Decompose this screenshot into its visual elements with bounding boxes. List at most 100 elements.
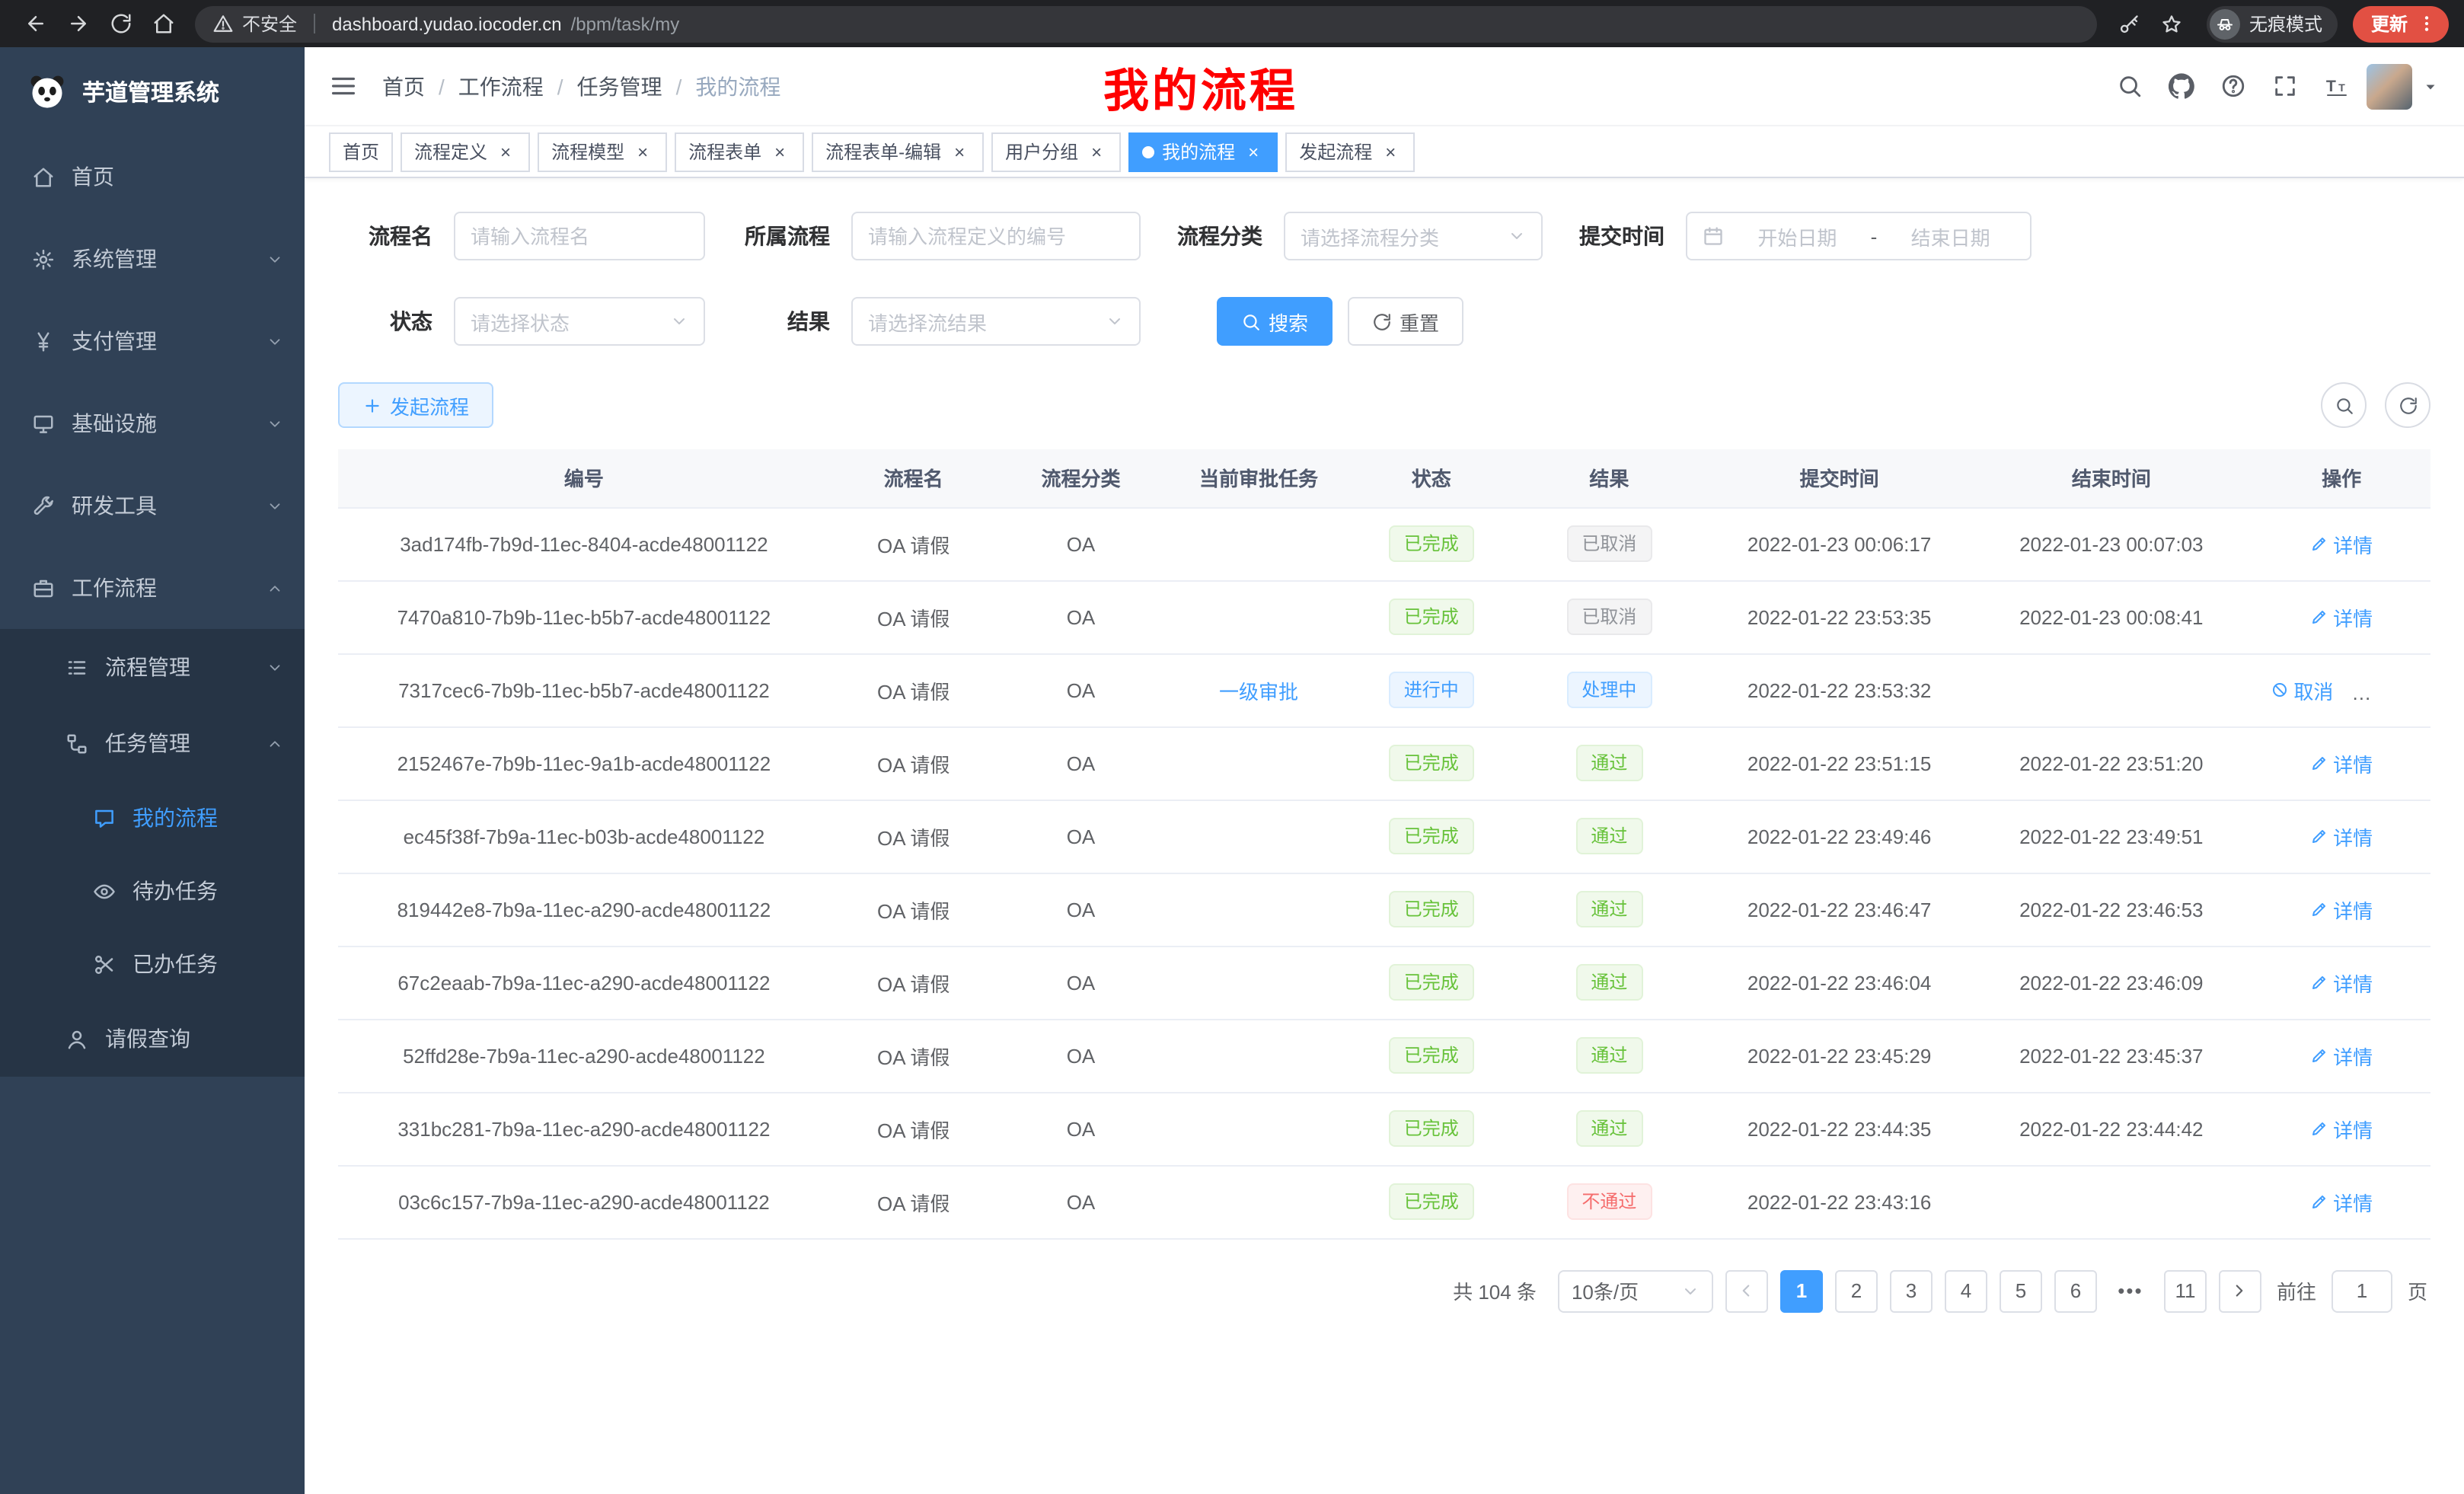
page-button-1[interactable]: 1: [1780, 1269, 1823, 1312]
tab-close-icon[interactable]: ×: [769, 141, 790, 162]
tab-user-group[interactable]: 用户分组×: [991, 132, 1121, 171]
tab-process-form-edit[interactable]: 流程表单-编辑×: [812, 132, 984, 171]
sidebar-item-home[interactable]: 首页: [0, 136, 305, 218]
tab-close-icon[interactable]: ×: [495, 141, 516, 162]
pagination-total: 共 104 条: [1453, 1276, 1537, 1305]
tab-my-process[interactable]: 我的流程×: [1128, 132, 1278, 171]
tab-home[interactable]: 首页: [329, 132, 393, 171]
sidebar-item-label: 工作流程: [72, 573, 157, 603]
tab-close-icon[interactable]: ×: [949, 141, 970, 162]
fullscreen-button[interactable]: [2263, 65, 2306, 107]
detail-link[interactable]: 详情: [2310, 602, 2373, 631]
detail-link[interactable]: 详情: [2310, 1187, 2373, 1216]
chevron-down-icon: [1508, 227, 1526, 245]
tab-close-icon[interactable]: ×: [1243, 141, 1264, 162]
breadcrumb-task-management[interactable]: 任务管理: [577, 71, 662, 101]
cancel-link[interactable]: 取消: [2271, 675, 2333, 704]
cell-current-task: [1164, 580, 1352, 653]
sidebar-item-system-management[interactable]: 系统管理: [0, 218, 305, 300]
detail-link[interactable]: 详情: [2310, 529, 2373, 558]
sidebar-item-dev-tools[interactable]: 研发工具: [0, 464, 305, 547]
process-name-input-field[interactable]: [471, 225, 688, 247]
github-button[interactable]: [2159, 65, 2202, 107]
column-header-id: 编号: [338, 449, 830, 507]
cell-end-time: 2022-01-23 00:07:03: [1970, 507, 2252, 580]
pagination-ellipsis[interactable]: •••: [2109, 1269, 2152, 1312]
reload-button[interactable]: [101, 4, 140, 43]
refresh-icon: [1372, 311, 1392, 331]
sidebar-item-my-process[interactable]: 我的流程: [0, 781, 305, 854]
avatar-caret-icon[interactable]: [2421, 77, 2440, 95]
page-button-3[interactable]: 3: [1890, 1269, 1933, 1312]
sidebar-item-done-tasks[interactable]: 已办任务: [0, 927, 305, 1001]
next-page-button[interactable]: [2219, 1269, 2261, 1312]
detail-link[interactable]: 详情: [2310, 822, 2373, 851]
submit-time-range[interactable]: 开始日期 - 结束日期: [1686, 212, 2032, 260]
detail-link[interactable]: 详情: [2310, 968, 2373, 997]
sidebar-item-todo-tasks[interactable]: 待办任务: [0, 854, 305, 927]
table-row: 67c2eaab-7b9a-11ec-a290-acde48001122OA 请…: [338, 946, 2430, 1019]
sidebar-item-task-management[interactable]: 任务管理: [0, 705, 305, 781]
tab-process-definition[interactable]: 流程定义×: [401, 132, 530, 171]
sidebar-toggle-button[interactable]: [329, 72, 358, 101]
browser-menu-icon[interactable]: [2417, 14, 2437, 34]
chevron-down-icon: [267, 659, 283, 675]
tab-process-form[interactable]: 流程表单×: [675, 132, 804, 171]
current-task-link[interactable]: 一级审批: [1219, 675, 1298, 704]
sidebar-item-payment-management[interactable]: 支付管理: [0, 300, 305, 382]
breadcrumb-separator: /: [557, 74, 563, 98]
page-button-2[interactable]: 2: [1835, 1269, 1878, 1312]
bookmark-star-icon[interactable]: [2152, 4, 2191, 43]
tab-process-model[interactable]: 流程模型×: [538, 132, 667, 171]
page-button-6[interactable]: 6: [2054, 1269, 2097, 1312]
cell-process-name: OA 请假: [830, 726, 997, 800]
parent-process-input-field[interactable]: [868, 225, 1124, 247]
breadcrumb-home[interactable]: 首页: [382, 71, 425, 101]
incognito-badge[interactable]: 无痕模式: [2207, 5, 2338, 42]
tab-close-icon[interactable]: ×: [632, 141, 653, 162]
refresh-table-button[interactable]: [2385, 382, 2430, 428]
start-process-button[interactable]: 发起流程: [338, 382, 493, 428]
forward-button[interactable]: [58, 4, 97, 43]
password-key-icon[interactable]: [2109, 4, 2149, 43]
user-avatar[interactable]: [2367, 63, 2412, 109]
sidebar-item-leave-query[interactable]: 请假查询: [0, 1001, 305, 1077]
reset-button[interactable]: 重置: [1348, 297, 1463, 346]
update-button[interactable]: 更新: [2353, 5, 2449, 42]
tab-close-icon[interactable]: ×: [1086, 141, 1107, 162]
page-button-11[interactable]: 11: [2164, 1269, 2207, 1312]
detail-link[interactable]: 详情: [2310, 1114, 2373, 1143]
detail-link[interactable]: 详情: [2310, 895, 2373, 924]
address-bar[interactable]: 不安全 dashboard.yudao.iocoder.cn/bpm/task/…: [195, 5, 2097, 42]
browser-home-button[interactable]: [143, 4, 183, 43]
font-size-button[interactable]: TT: [2315, 65, 2357, 107]
sidebar-item-label: 系统管理: [72, 244, 157, 274]
search-toggle-button[interactable]: [2321, 382, 2367, 428]
category-select[interactable]: 请选择流程分类: [1284, 212, 1543, 260]
cell-process-name: OA 请假: [830, 1092, 997, 1165]
breadcrumb-workflow[interactable]: 工作流程: [458, 71, 544, 101]
page-size-select[interactable]: 10条/页: [1558, 1269, 1713, 1312]
status-badge-cell: 已完成: [1353, 507, 1510, 580]
goto-page-input[interactable]: [2332, 1269, 2392, 1312]
tab-close-icon[interactable]: ×: [1380, 141, 1401, 162]
tab-start-process[interactable]: 发起流程×: [1285, 132, 1415, 171]
sidebar-item-infrastructure[interactable]: 基础设施: [0, 382, 305, 464]
process-name-input[interactable]: [454, 212, 705, 260]
page-button-4[interactable]: 4: [1945, 1269, 1987, 1312]
detail-link[interactable]: 详情: [2310, 749, 2373, 777]
page-button-5[interactable]: 5: [2000, 1269, 2042, 1312]
help-button[interactable]: [2211, 65, 2254, 107]
pagination-pages: 123456 ••• 11: [1780, 1269, 2207, 1312]
sidebar-item-process-management[interactable]: 流程管理: [0, 629, 305, 705]
detail-link[interactable]: 详情: [2310, 1041, 2373, 1070]
search-button[interactable]: 搜索: [1217, 297, 1333, 346]
prev-page-button[interactable]: [1725, 1269, 1768, 1312]
back-button[interactable]: [15, 4, 55, 43]
result-select[interactable]: 请选择流结果: [851, 297, 1141, 346]
header-search-button[interactable]: [2108, 65, 2150, 107]
app-logo[interactable]: 芋道管理系统: [0, 47, 305, 136]
sidebar-item-workflow[interactable]: 工作流程: [0, 547, 305, 629]
parent-process-input[interactable]: [851, 212, 1141, 260]
status-select[interactable]: 请选择状态: [454, 297, 705, 346]
